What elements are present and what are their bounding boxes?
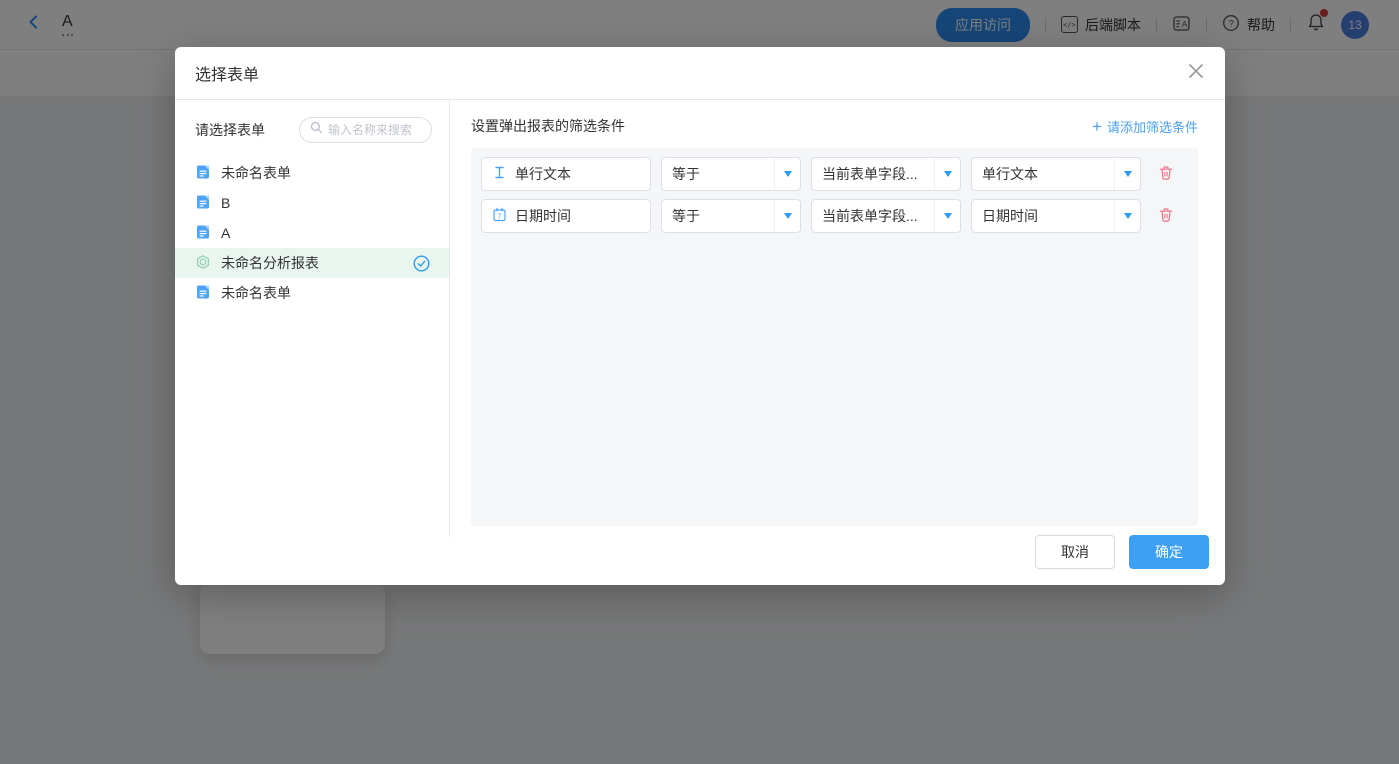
operator-select[interactable]: 等于 [661,199,801,233]
modal-title: 选择表单 [195,61,259,85]
list-item-form[interactable]: 未命名表单 [175,158,449,188]
form-search[interactable] [299,117,432,143]
form-name: B [221,195,230,211]
field-name: 日期时间 [515,206,571,226]
close-button[interactable] [1187,62,1205,85]
operator-value: 等于 [662,206,774,226]
modal-header: 选择表单 [175,47,1225,100]
chevron-down-icon [1114,158,1140,190]
trash-icon [1158,207,1174,226]
calendar-datetime-icon: 7 [492,207,507,225]
form-list-panel: 请选择表单 未命名表单 [175,100,450,537]
chevron-down-icon [934,200,960,232]
svg-text:7: 7 [497,213,501,220]
report-icon [195,254,211,273]
filter-panel: 设置弹出报表的筛选条件 + 请添加筛选条件 单行文本 等于 [450,100,1225,537]
add-filter-label: 请添加筛选条件 [1107,117,1198,136]
document-icon [195,224,211,243]
chevron-down-icon [774,200,800,232]
confirm-button[interactable]: 确定 [1129,535,1209,569]
chevron-down-icon [774,158,800,190]
form-name: 未命名分析报表 [221,253,319,273]
trash-icon [1158,165,1174,184]
add-filter-link[interactable]: + 请添加筛选条件 [1092,117,1198,136]
chevron-down-icon [934,158,960,190]
filter-row: 7 日期时间 等于 当前表单字段... 日期时间 [481,199,1188,233]
document-icon [195,194,211,213]
check-circle-icon [413,255,430,272]
single-line-text-icon [492,165,507,183]
value-select[interactable]: 日期时间 [971,199,1141,233]
operator-select[interactable]: 等于 [661,157,801,191]
list-item-report-selected[interactable]: 未命名分析报表 [175,248,449,278]
form-name: A [221,225,230,241]
source-select[interactable]: 当前表单字段... [811,199,961,233]
operator-value: 等于 [662,164,774,184]
field-name-box[interactable]: 7 日期时间 [481,199,651,233]
select-form-modal: 选择表单 请选择表单 [175,47,1225,585]
source-value: 当前表单字段... [812,164,934,184]
modal-footer: 取消 确定 [1035,535,1209,569]
field-name: 单行文本 [515,164,571,184]
document-icon [195,164,211,183]
filter-panel-title: 设置弹出报表的筛选条件 [471,116,625,136]
form-list-label: 请选择表单 [195,120,265,140]
form-name: 未命名表单 [221,283,291,303]
field-name-box[interactable]: 单行文本 [481,157,651,191]
list-item-form[interactable]: 未命名表单 [175,278,449,308]
filter-row: 单行文本 等于 当前表单字段... 单行文本 [481,157,1188,191]
chevron-down-icon [1114,200,1140,232]
delete-filter-button[interactable] [1158,207,1174,226]
close-icon [1187,62,1205,85]
list-item-form[interactable]: B [175,188,449,218]
filter-conditions-container: 单行文本 等于 当前表单字段... 单行文本 [471,148,1198,526]
search-input[interactable] [328,123,423,137]
source-value: 当前表单字段... [812,206,934,226]
document-icon [195,284,211,303]
form-list: 未命名表单 B A 未 [175,158,449,308]
search-icon [310,121,323,139]
value-select[interactable]: 单行文本 [971,157,1141,191]
form-name: 未命名表单 [221,163,291,183]
list-item-form[interactable]: A [175,218,449,248]
value-value: 单行文本 [972,164,1114,184]
delete-filter-button[interactable] [1158,165,1174,184]
value-value: 日期时间 [972,206,1114,226]
cancel-button[interactable]: 取消 [1035,535,1115,569]
plus-icon: + [1092,120,1102,133]
source-select[interactable]: 当前表单字段... [811,157,961,191]
